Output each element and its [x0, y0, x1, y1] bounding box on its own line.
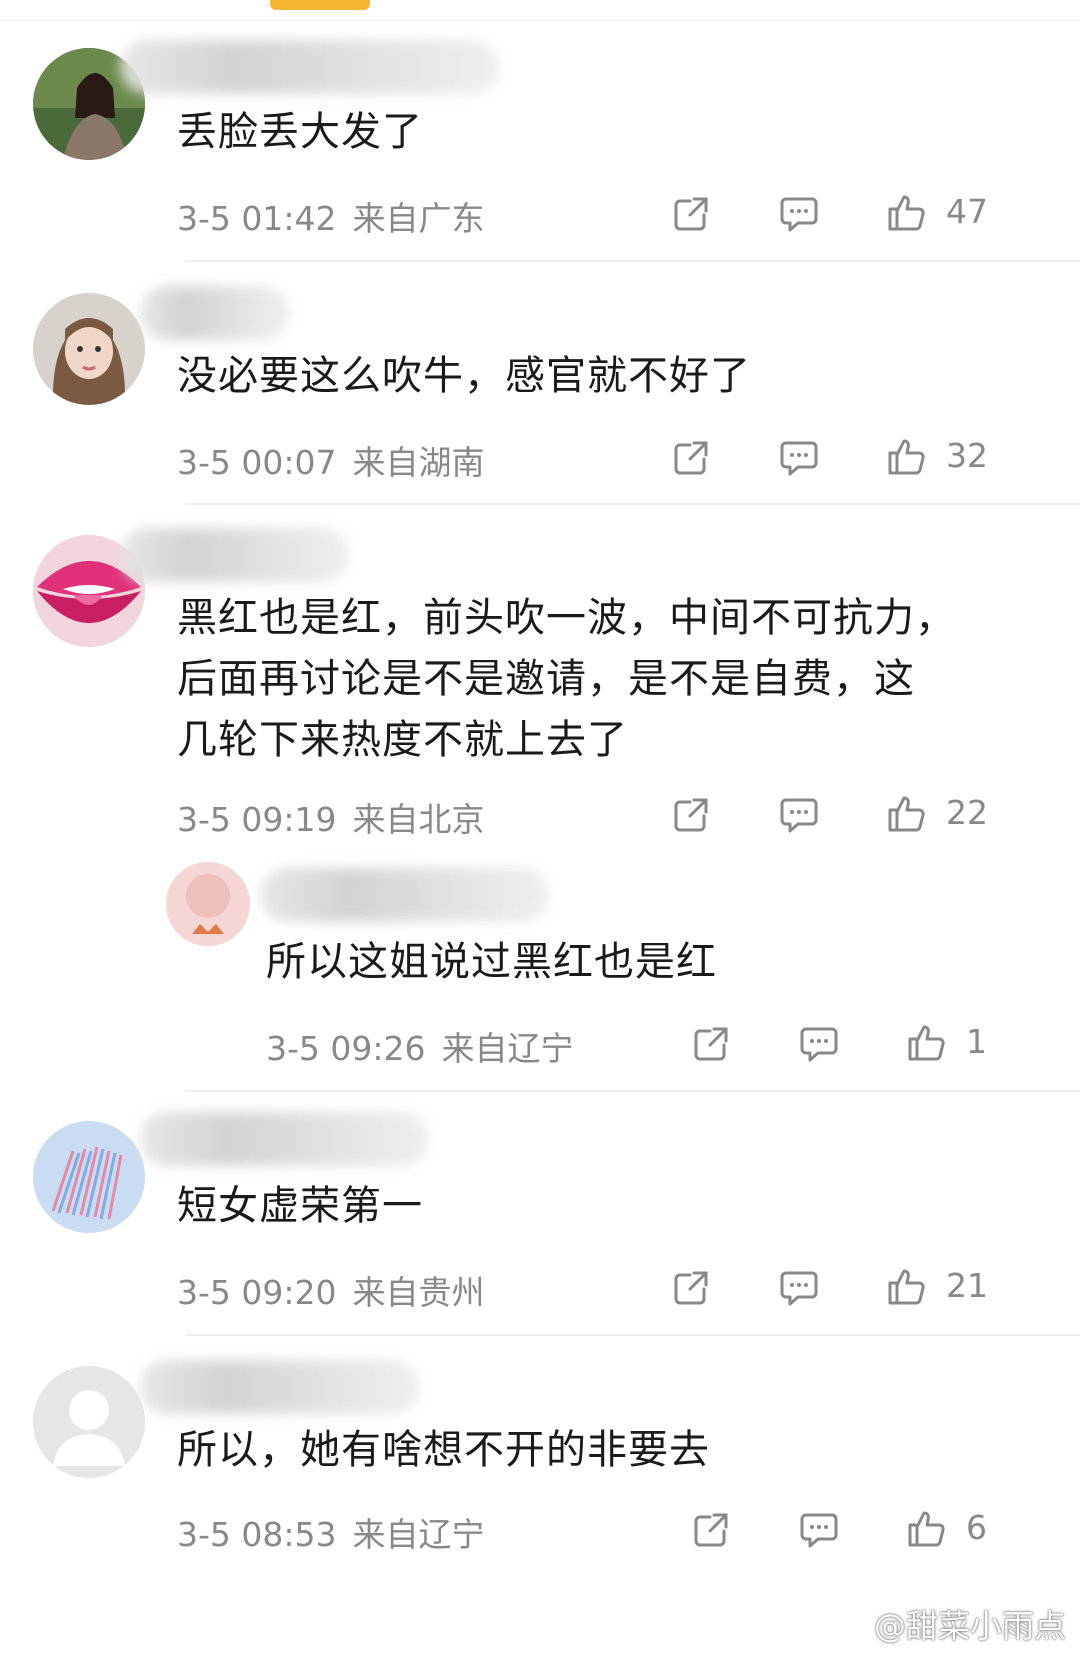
share-icon	[694, 1027, 728, 1061]
divider	[185, 1334, 1080, 1336]
thumbs-up-icon	[888, 195, 925, 231]
comment-text: 丢脸丢大发了	[177, 109, 423, 155]
username-blurred[interactable]	[120, 40, 500, 94]
comment-time: 3-5 09:20	[177, 1273, 337, 1312]
comment-icon	[780, 441, 818, 476]
comment-text: 没必要这么吹牛，感官就不好了	[177, 353, 751, 399]
like-button[interactable]	[886, 432, 928, 480]
divider	[185, 1090, 1080, 1092]
share-icon	[674, 441, 708, 475]
like-count: 21	[946, 1266, 988, 1305]
username-blurred[interactable]	[140, 1360, 420, 1414]
comment-location: 来自湖南	[352, 443, 485, 482]
share-icon	[674, 197, 708, 231]
thumbs-up-icon	[888, 439, 925, 475]
thumbs-up-icon	[908, 1511, 945, 1547]
thumbs-up-icon	[888, 796, 925, 832]
comment-icon	[780, 1271, 818, 1306]
like-button[interactable]	[906, 1504, 948, 1552]
share-icon	[674, 1271, 708, 1305]
comment-location: 来自广东	[352, 199, 485, 238]
comment-meta: 3-5 09:19 来自北京	[177, 793, 485, 841]
username-blurred[interactable]	[140, 286, 290, 340]
reply-text: 所以这姐说过黑红也是红	[266, 939, 717, 985]
avatar[interactable]	[33, 1121, 145, 1233]
active-tab-indicator	[270, 0, 370, 10]
top-divider	[0, 20, 1080, 21]
comment-time: 3-5 00:07	[177, 443, 337, 482]
comment-text-line: 几轮下来热度不就上去了	[177, 717, 628, 763]
like-button[interactable]	[886, 789, 928, 837]
like-button[interactable]	[886, 188, 928, 236]
avatar[interactable]	[33, 293, 145, 405]
watermark: @甜菜小雨点	[832, 1601, 1066, 1647]
reply-location: 来自辽宁	[441, 1029, 574, 1068]
weibo-logo-icon	[832, 1611, 867, 1639]
like-count: 6	[966, 1508, 987, 1547]
reply-meta: 3-5 09:26 来自辽宁	[266, 1022, 574, 1070]
share-icon	[694, 1513, 728, 1547]
like-count: 22	[946, 793, 988, 832]
comment-time: 3-5 08:53	[177, 1515, 337, 1554]
comment-meta: 3-5 09:20 来自贵州	[177, 1266, 485, 1314]
share-button[interactable]	[690, 1506, 732, 1554]
divider	[185, 260, 1080, 262]
share-button[interactable]	[670, 1264, 712, 1312]
comment-text: 所以，她有啥想不开的非要去	[177, 1427, 710, 1473]
comment-meta: 3-5 00:07 来自湖南	[177, 436, 485, 484]
comment-icon	[800, 1027, 838, 1062]
divider	[185, 503, 1080, 505]
comment-icon	[800, 1513, 838, 1548]
comment-location: 来自贵州	[352, 1273, 485, 1312]
comment-text: 短女虚荣第一	[177, 1183, 423, 1229]
watermark-text: @甜菜小雨点	[873, 1607, 1066, 1645]
comment-button[interactable]	[778, 434, 820, 482]
comment-button[interactable]	[778, 190, 820, 238]
reply-like-button[interactable]	[906, 1018, 948, 1066]
username-blurred[interactable]	[140, 1112, 430, 1166]
comment-location: 来自北京	[352, 800, 485, 839]
reply-avatar[interactable]	[166, 862, 250, 946]
reply-share-button[interactable]	[690, 1020, 732, 1068]
username-blurred[interactable]	[120, 528, 350, 582]
avatar[interactable]	[33, 1366, 145, 1478]
reply-like-count: 1	[966, 1022, 987, 1061]
comment-time: 3-5 01:42	[177, 199, 337, 238]
comment-meta: 3-5 08:53 来自辽宁	[177, 1508, 485, 1556]
reply-comment-button[interactable]	[798, 1020, 840, 1068]
share-button[interactable]	[670, 190, 712, 238]
like-count: 32	[946, 436, 988, 475]
comment-icon	[780, 197, 818, 232]
comment-text-line: 后面再讨论是不是邀请，是不是自费，这	[177, 656, 915, 702]
reply-username-blurred[interactable]	[260, 868, 550, 922]
like-count: 47	[946, 192, 988, 231]
comment-time: 3-5 09:19	[177, 800, 337, 839]
share-button[interactable]	[670, 791, 712, 839]
thumbs-up-icon	[888, 1269, 925, 1305]
comment-text-line: 黑红也是红，前头吹一波，中间不可抗力，	[177, 595, 956, 641]
comment-icon	[780, 798, 818, 833]
comment-button[interactable]	[798, 1506, 840, 1554]
share-button[interactable]	[670, 434, 712, 482]
comment-button[interactable]	[778, 1264, 820, 1312]
reply-time: 3-5 09:26	[266, 1029, 426, 1068]
like-button[interactable]	[886, 1262, 928, 1310]
thumbs-up-icon	[908, 1025, 945, 1061]
share-icon	[674, 798, 708, 832]
comment-meta: 3-5 01:42 来自广东	[177, 192, 485, 240]
comment-button[interactable]	[778, 791, 820, 839]
comment-location: 来自辽宁	[352, 1515, 485, 1554]
